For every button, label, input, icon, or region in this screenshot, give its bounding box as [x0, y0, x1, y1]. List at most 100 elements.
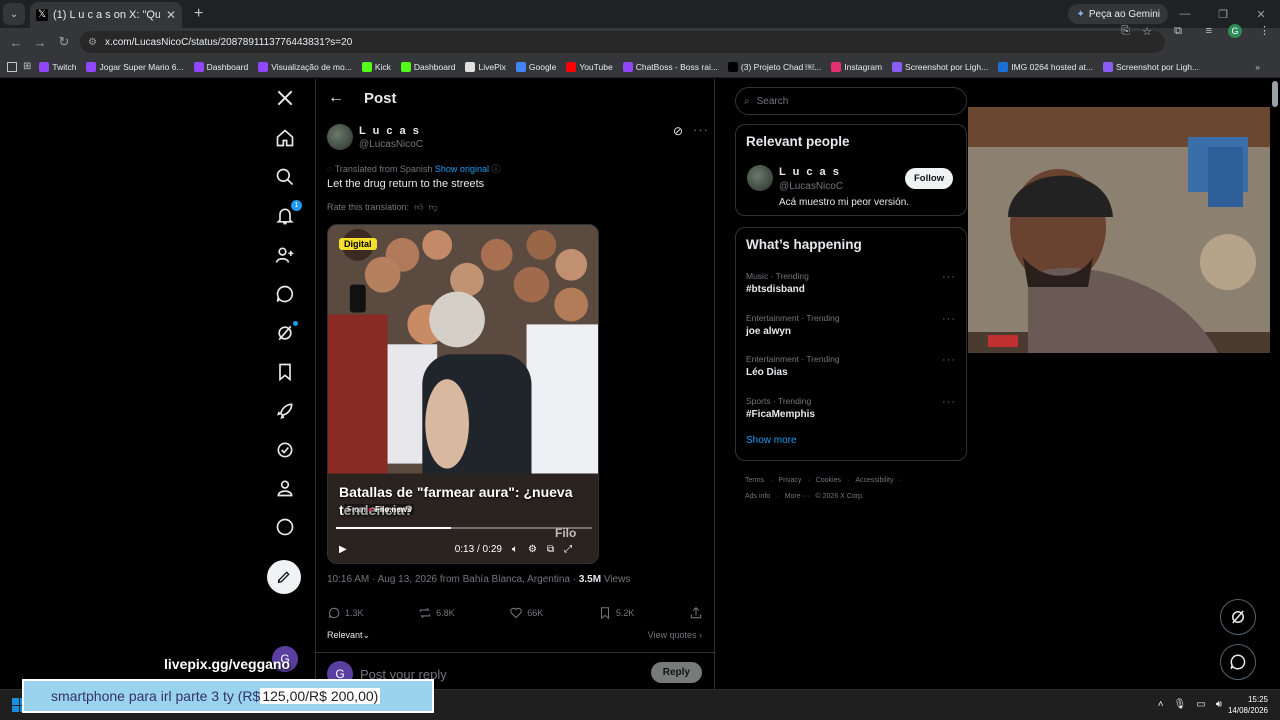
person-name[interactable]: L u c a s — [779, 166, 841, 178]
trend-item[interactable]: Entertainment · Trending joe alwyn ··· — [746, 313, 956, 337]
bookmark-item[interactable]: LivePix — [465, 61, 506, 72]
footer-link[interactable]: Privacy — [778, 477, 801, 484]
bookmark-button[interactable]: 5.2K — [598, 606, 634, 620]
explore-search-icon[interactable] — [274, 166, 296, 188]
footer-link[interactable]: Cookies — [816, 477, 841, 484]
microphone-icon[interactable]: 🎙︎ — [1174, 699, 1187, 710]
trend-more-icon[interactable]: ··· — [942, 271, 956, 283]
like-button[interactable]: 66K — [509, 606, 543, 620]
grok-icon[interactable] — [274, 321, 298, 344]
apps-grid-icon[interactable]: ⊞ — [23, 61, 31, 72]
x-logo-nav-icon[interactable] — [274, 87, 296, 109]
view-quotes-link[interactable]: View quotes › — [648, 630, 702, 640]
forward-button[interactable]: → — [28, 35, 52, 50]
close-tab-icon[interactable]: ✕ — [166, 8, 176, 22]
business-rocket-icon[interactable] — [274, 400, 296, 422]
home-icon[interactable] — [274, 127, 296, 149]
browser-tab[interactable]: 𝕏 (1) L u c a s on X: "Que vuelva l… ✕ — [30, 2, 182, 28]
profile-person-icon[interactable] — [274, 477, 296, 499]
reply-submit-button[interactable]: Reply — [650, 662, 702, 683]
author-handle[interactable]: @LucasNicoC — [359, 139, 423, 150]
play-icon[interactable]: ▶ — [339, 544, 347, 555]
bookmark-item[interactable]: Dashboard — [400, 61, 455, 72]
sidebar-toggle-icon[interactable] — [7, 61, 17, 72]
profile-avatar[interactable]: G — [1228, 24, 1242, 38]
bookmark-item[interactable]: Jogar Super Mario 6... — [86, 61, 184, 72]
show-original-link[interactable]: Show original — [435, 164, 489, 174]
video-progress-bar[interactable] — [336, 527, 592, 529]
page-scrollbar[interactable] — [1270, 79, 1280, 689]
verified-check-icon[interactable] — [274, 439, 296, 461]
taskbar-clock[interactable]: 15:25 14/08/2026 — [1228, 694, 1268, 716]
speaker-icon[interactable]: 🔊︎ — [1216, 699, 1222, 710]
minimize-button[interactable]: — — [1166, 0, 1204, 28]
post-timestamp[interactable]: 10:16 AM · Aug 13, 2026 from Bahía Blanc… — [327, 574, 579, 585]
browser-menu-icon[interactable]: ⋮ — [1259, 24, 1270, 37]
bookmarks-icon[interactable] — [274, 361, 296, 383]
url-bar[interactable]: ⚙ x.com/LucasNicoC/status/20878911137764… — [80, 31, 1165, 53]
footer-link[interactable]: Ads info — [745, 493, 770, 500]
new-tab-button[interactable]: + — [194, 5, 203, 23]
bookmark-item[interactable]: Google — [515, 61, 556, 72]
video-source[interactable]: From ● Filo.news — [344, 504, 415, 515]
scrollbar-thumb[interactable] — [1272, 81, 1278, 107]
person-handle[interactable]: @LucasNicoC — [779, 181, 843, 192]
bookmark-item[interactable]: IMG 0264 hosted at... — [998, 61, 1093, 72]
follow-user-icon[interactable] — [274, 244, 296, 266]
trend-more-icon[interactable]: ··· — [942, 396, 956, 408]
info-icon[interactable]: ⓘ — [491, 164, 500, 174]
install-app-icon[interactable]: ⎘ — [1121, 25, 1130, 38]
settings-gear-icon[interactable]: ⚙ — [528, 544, 537, 555]
thumbs-down-icon[interactable]: 👎︎ — [426, 202, 437, 212]
repost-button[interactable]: 6.8K — [418, 606, 455, 620]
bookmark-item[interactable]: Kick — [361, 61, 391, 72]
network-icon[interactable]: ▭ — [1196, 699, 1205, 710]
bookmark-item[interactable]: Instagram — [831, 61, 882, 72]
trend-item[interactable]: Music · Trending #btsdisband ··· — [746, 271, 956, 295]
tray-chevron-icon[interactable]: ˄ — [1158, 699, 1164, 710]
bookmark-item[interactable]: ChatBoss - Boss rai... — [622, 61, 718, 72]
trend-more-icon[interactable]: ··· — [942, 313, 956, 325]
grok-explain-icon[interactable]: ⊘ — [673, 124, 683, 138]
bookmark-item[interactable]: Visualização de mo... — [258, 61, 352, 72]
author-name[interactable]: L u c a s — [359, 125, 421, 137]
share-button[interactable] — [689, 606, 703, 620]
gemini-button[interactable]: ✦ Peça ao Gemini — [1068, 4, 1168, 24]
back-arrow-icon[interactable]: ← — [328, 89, 344, 107]
site-info-icon[interactable]: ⚙ — [88, 37, 97, 48]
footer-link[interactable]: Terms — [745, 477, 764, 484]
tab-search-button[interactable]: ⌄ — [3, 3, 25, 25]
thumbs-up-icon[interactable]: 👍︎ — [412, 202, 423, 212]
reply-button[interactable]: 1.3K — [327, 606, 364, 620]
grok-floating-button[interactable] — [1220, 599, 1256, 635]
pip-icon[interactable]: ⧉ — [547, 544, 554, 555]
footer-link[interactable]: © 2026 X Corp. — [816, 493, 864, 500]
person-avatar[interactable] — [747, 165, 773, 191]
bookmark-item[interactable]: YouTube — [566, 61, 613, 72]
messages-floating-button[interactable] — [1220, 644, 1256, 680]
fullscreen-icon[interactable]: ⤢ — [564, 544, 572, 555]
trend-item[interactable]: Entertainment · Trending Léo Dias ··· — [746, 354, 956, 378]
reading-list-icon[interactable]: ≡ — [1206, 25, 1212, 37]
author-avatar[interactable] — [327, 124, 353, 150]
trend-item[interactable]: Sports · Trending #FicaMemphis ··· — [746, 396, 956, 420]
follow-button[interactable]: Follow — [905, 168, 954, 189]
bookmark-item[interactable]: Dashboard — [193, 61, 248, 72]
video-player[interactable]: Digital Batallas de "farmear aura": ¿nue… — [327, 224, 599, 564]
more-options-icon[interactable] — [274, 516, 296, 538]
footer-link[interactable]: Accessibility — [855, 477, 893, 484]
bookmark-item[interactable]: Screenshot por Ligh... — [892, 61, 988, 72]
extensions-icon[interactable]: ⧉ — [1174, 25, 1182, 38]
volume-icon[interactable]: 🔈︎ — [512, 544, 518, 555]
compose-post-button[interactable] — [267, 560, 301, 594]
footer-link[interactable]: More ··· — [785, 493, 810, 500]
post-more-icon[interactable]: ··· — [693, 122, 709, 137]
replies-sort-dropdown[interactable]: Relevant⌄ — [327, 630, 370, 641]
bookmark-item[interactable]: Twitch — [39, 61, 76, 72]
search-input[interactable] — [756, 95, 937, 107]
notifications-bell-icon[interactable]: 1 — [274, 200, 302, 227]
bookmark-item[interactable]: Screenshot por Ligh... — [1102, 61, 1199, 72]
bookmark-star-icon[interactable]: ☆ — [1142, 25, 1152, 38]
reload-button[interactable]: ↻ — [52, 34, 76, 50]
back-button[interactable]: ← — [4, 35, 28, 50]
